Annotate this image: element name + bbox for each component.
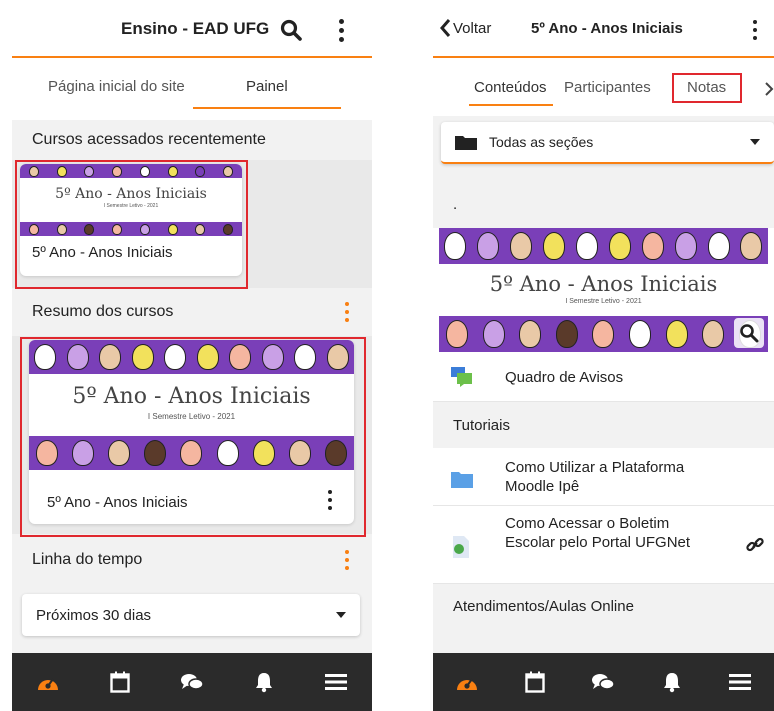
course-banner-image: 5º Ano - Anos Iniciais I Semestre Letivo… xyxy=(20,164,242,236)
course-overview-label: Resumo dos cursos xyxy=(32,303,174,320)
overview-area: 5º Ano - Anos Iniciais I Semestre Letivo… xyxy=(12,336,372,534)
url-resource-icon xyxy=(453,536,469,558)
url-label: Como Acessar o Boletim Escolar pelo Port… xyxy=(505,515,691,551)
banner-subtitle: I Semestre Letivo - 2021 xyxy=(147,412,236,421)
recent-courses-label: Cursos acessados recentemente xyxy=(32,131,266,148)
dashboard-icon[interactable] xyxy=(453,668,481,696)
section-general: . xyxy=(433,172,774,228)
active-tab-indicator xyxy=(469,104,553,106)
online-classes-label: Atendimentos/Aulas Online xyxy=(453,597,634,615)
site-title: Ensino - EAD UFG xyxy=(121,19,270,38)
folder-icon xyxy=(451,472,473,488)
section-select-value: Todas as seções xyxy=(489,134,594,150)
tab-grades[interactable]: Notas xyxy=(687,79,726,96)
banner-faces-top xyxy=(20,164,242,178)
banner-faces-bottom xyxy=(29,436,354,470)
tab-dashboard[interactable]: Painel xyxy=(246,78,288,95)
module-url[interactable]: Como Acessar o Boletim Escolar pelo Port… xyxy=(433,506,774,584)
banner-subtitle: I Semestre Letivo - 2021 xyxy=(565,298,642,305)
banner-faces-bottom xyxy=(20,222,242,236)
tab-participants[interactable]: Participantes xyxy=(564,79,651,96)
hamburger-menu-icon[interactable] xyxy=(726,668,754,696)
course-screen: Voltar 5º Ano - Anos Iniciais Conteúdos … xyxy=(433,0,774,711)
chevron-right-icon[interactable] xyxy=(764,81,774,97)
online-classes-heading: Atendimentos/Aulas Online xyxy=(433,584,774,628)
course-name: 5º Ano - Anos Iniciais xyxy=(47,494,188,511)
module-folder[interactable]: Como Utilizar a Plataforma Moodle Ipê xyxy=(433,448,774,506)
messages-icon[interactable] xyxy=(178,668,206,696)
calendar-icon[interactable] xyxy=(106,668,134,696)
back-label: Voltar xyxy=(453,19,492,37)
folder-label: Como Utilizar a Plataforma Moodle Ipê xyxy=(505,459,685,495)
section-select[interactable]: Todas as seções xyxy=(441,122,774,164)
link-icon xyxy=(746,537,764,552)
banner-title: 5º Ano - Anos Iniciais xyxy=(55,186,207,202)
overview-more-icon[interactable] xyxy=(342,302,352,322)
back-button[interactable]: Voltar xyxy=(439,18,491,38)
timeline-heading: Linha do tempo xyxy=(12,534,372,586)
timeline-label: Linha do tempo xyxy=(32,551,143,568)
tutorials-label: Tutoriais xyxy=(453,416,510,434)
dashboard-tabs: Página inicial do site Painel xyxy=(12,58,372,120)
bottom-navigation xyxy=(12,653,372,711)
timeline-filter-select[interactable]: Próximos 30 dias xyxy=(22,594,360,636)
chevron-left-icon xyxy=(440,19,451,37)
folder-icon xyxy=(455,136,477,150)
tab-site-home[interactable]: Página inicial do site xyxy=(48,78,185,95)
banner-faces-bottom xyxy=(439,316,768,352)
course-title: 5º Ano - Anos Iniciais xyxy=(531,20,683,37)
recent-courses-heading: Cursos acessados recentemente xyxy=(12,120,372,160)
chevron-down-icon xyxy=(750,139,760,145)
course-overview-heading: Resumo dos cursos xyxy=(12,288,372,336)
hamburger-menu-icon[interactable] xyxy=(322,668,350,696)
course-banner-image: 5º Ano - Anos Iniciais I Semestre Letivo… xyxy=(433,228,774,352)
course-banner-image: 5º Ano - Anos Iniciais I Semestre Letivo… xyxy=(29,340,354,470)
banner-subtitle: I Semestre Letivo - 2021 xyxy=(103,203,159,209)
bottom-navigation xyxy=(433,653,774,711)
course-tabs: Conteúdos Participantes Notas xyxy=(433,58,774,116)
banner-faces-top xyxy=(29,340,354,374)
forum-icon xyxy=(451,367,472,387)
timeline-more-icon[interactable] xyxy=(342,550,352,570)
forum-label: Quadro de Avisos xyxy=(505,369,624,386)
section-select-area: Todas as seções xyxy=(433,116,774,172)
section-name: . xyxy=(453,196,458,213)
course-header: Voltar 5º Ano - Anos Iniciais xyxy=(433,0,774,58)
more-vertical-icon[interactable] xyxy=(334,18,348,42)
banner-title: 5º Ano - Anos Iniciais xyxy=(489,272,718,296)
bell-icon[interactable] xyxy=(250,668,278,696)
overview-course-card[interactable]: 5º Ano - Anos Iniciais I Semestre Letivo… xyxy=(29,340,354,524)
banner-title: 5º Ano - Anos Iniciais xyxy=(72,384,311,409)
dashboard-icon[interactable] xyxy=(34,668,62,696)
bell-icon[interactable] xyxy=(658,668,686,696)
app-header: Ensino - EAD UFG xyxy=(12,0,372,58)
timeline-filter-value: Próximos 30 dias xyxy=(36,606,152,624)
banner-faces-top xyxy=(439,228,768,264)
zoom-icon[interactable] xyxy=(734,318,764,348)
more-vertical-icon[interactable] xyxy=(749,18,761,42)
messages-icon[interactable] xyxy=(589,668,617,696)
calendar-icon[interactable] xyxy=(521,668,549,696)
search-icon[interactable] xyxy=(278,17,304,43)
tutorials-heading: Tutoriais xyxy=(433,402,774,448)
chevron-down-icon xyxy=(336,612,346,618)
module-forum[interactable]: Quadro de Avisos xyxy=(433,352,774,402)
recent-courses-area: 5º Ano - Anos Iniciais I Semestre Letivo… xyxy=(12,160,372,288)
active-tab-indicator xyxy=(193,107,341,109)
dashboard-screen: Ensino - EAD UFG Página inicial do site … xyxy=(12,0,372,711)
recent-course-card[interactable]: 5º Ano - Anos Iniciais I Semestre Letivo… xyxy=(20,164,242,276)
course-name: 5º Ano - Anos Iniciais xyxy=(32,244,173,261)
tab-contents[interactable]: Conteúdos xyxy=(474,79,547,96)
course-more-icon[interactable] xyxy=(325,490,335,510)
